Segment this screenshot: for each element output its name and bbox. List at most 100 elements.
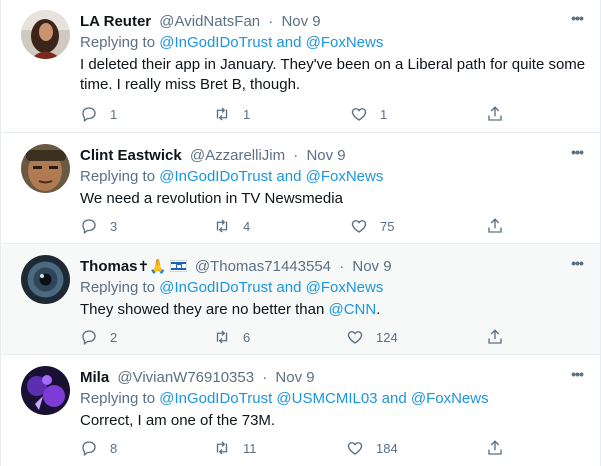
retweet-button[interactable]: 11 [213,438,257,458]
share-button[interactable] [486,216,504,236]
tweet-text: Correct, I am one of the 73M. [80,412,276,429]
retweet-button[interactable]: 4 [213,216,250,236]
retweet-count: 6 [243,329,251,345]
replying-prefix: Replying to [80,34,156,51]
replying-to: Replying to @InGodIDoTrust and @FoxNews [80,33,383,53]
like-button[interactable]: 75 [350,216,394,236]
avatar[interactable] [21,10,70,59]
avatar[interactable] [21,144,70,193]
avatar[interactable] [21,366,70,415]
replying-mentions[interactable]: @InGodIDoTrust and @FoxNews [159,34,383,51]
retweet-icon [216,441,228,455]
replying-to: Replying to @InGodIDoTrust and @FoxNews [80,167,383,187]
tweet-4[interactable]: Mila @VivianW76910353 · Nov 9 ••• Replyi… [2,356,600,466]
name-emoji: ✝🙏 [137,259,167,275]
separator-dot: · [268,13,274,30]
tweet-date[interactable]: Nov 9 [281,13,320,30]
share-icon [488,218,502,233]
handle[interactable]: @Thomas71443554 [195,258,331,275]
avatar[interactable] [21,255,70,304]
tweet-date[interactable]: Nov 9 [275,369,314,386]
tweet-1[interactable]: LA Reuter @AvidNatsFan · Nov 9 ••• Reply… [2,0,600,133]
like-button[interactable]: 1 [350,104,387,124]
tweet-text: We need a revolution in TV Newsmedia [80,190,343,207]
tweet-text: I deleted their app in January. They've … [80,56,586,93]
reply-button[interactable]: 1 [80,104,117,124]
like-count: 124 [376,329,398,345]
tweet-actions: 3 4 75 [80,216,510,236]
tweet-actions: 1 1 1 [80,104,510,124]
reply-icon [82,441,96,457]
like-button[interactable]: 124 [346,327,398,347]
heart-icon [347,442,363,455]
like-button[interactable]: 184 [346,438,398,458]
share-icon [488,329,502,344]
like-count: 1 [380,106,388,122]
more-icon[interactable]: ••• [566,365,588,387]
tweet-actions: 2 6 124 [80,327,510,347]
tweet-2[interactable]: Clint Eastwick @AzzarelliJim · Nov 9 •••… [2,134,600,244]
tweet-header: Mila @VivianW76910353 · Nov 9 [80,368,315,388]
retweet-count: 11 [243,440,257,456]
heart-icon [351,220,367,233]
reply-icon [82,219,96,235]
mention-link[interactable]: @CNN [329,301,377,318]
retweet-button[interactable]: 6 [213,327,250,347]
separator-dot: · [293,147,299,164]
display-name[interactable]: Clint Eastwick [80,147,182,164]
share-icon [488,440,502,455]
reply-button[interactable]: 8 [80,438,117,458]
reply-count: 3 [110,218,118,234]
share-icon [488,106,502,121]
tweet-date[interactable]: Nov 9 [306,147,345,164]
separator-dot: · [262,369,268,386]
tweet-text: They showed they are no better than @CNN… [80,300,590,320]
more-icon[interactable]: ••• [566,9,588,31]
replying-prefix: Replying to [80,390,156,407]
replying-prefix: Replying to [80,168,156,185]
reply-button[interactable]: 3 [80,216,117,236]
share-button[interactable] [486,327,504,347]
handle[interactable]: @VivianW76910353 [117,369,254,386]
like-count: 75 [380,218,395,234]
like-count: 184 [376,440,398,456]
reply-button[interactable]: 2 [80,327,117,347]
display-name[interactable]: LA Reuter [80,13,151,30]
retweet-button[interactable]: 1 [213,104,250,124]
display-name[interactable]: Thomas [80,258,138,275]
retweet-icon [216,219,228,233]
heart-icon [347,331,363,344]
tweet-text-after: . [376,301,381,318]
replying-mentions[interactable]: @InGodIDoTrust @USMCMIL03 and @FoxNews [159,390,488,407]
retweet-count: 4 [243,218,251,234]
share-button[interactable] [486,438,504,458]
handle[interactable]: @AvidNatsFan [159,13,260,30]
retweet-count: 1 [243,106,251,122]
more-icon[interactable]: ••• [566,143,588,165]
retweet-icon [216,107,228,121]
reply-thread: LA Reuter @AvidNatsFan · Nov 9 ••• Reply… [0,0,601,466]
share-button[interactable] [486,104,504,124]
tweet-date[interactable]: Nov 9 [352,258,391,275]
tweet-actions: 8 11 184 [80,438,510,458]
tweet-header: Clint Eastwick @AzzarelliJim · Nov 9 [80,146,346,166]
replying-prefix: Replying to [80,279,156,296]
more-icon[interactable]: ••• [566,254,588,276]
tweet-header: LA Reuter @AvidNatsFan · Nov 9 [80,12,321,32]
replying-to: Replying to @InGodIDoTrust @USMCMIL03 an… [80,389,489,409]
replying-to: Replying to @InGodIDoTrust and @FoxNews [80,278,383,298]
tweet-text-before: They showed they are no better than [80,301,329,318]
display-name[interactable]: Mila [80,369,109,386]
heart-icon [351,108,367,121]
tweet-3[interactable]: Thomas✝🙏 @Thomas71443554 · Nov 9 ••• Rep… [2,245,600,355]
handle[interactable]: @AzzarelliJim [190,147,285,164]
reply-icon [82,107,96,123]
separator-dot: · [339,258,345,275]
reply-count: 1 [110,106,118,122]
reply-count: 8 [110,440,118,456]
israel-flag-icon [169,260,187,272]
replying-mentions[interactable]: @InGodIDoTrust and @FoxNews [159,279,383,296]
reply-count: 2 [110,329,118,345]
replying-mentions[interactable]: @InGodIDoTrust and @FoxNews [159,168,383,185]
retweet-icon [216,330,228,344]
